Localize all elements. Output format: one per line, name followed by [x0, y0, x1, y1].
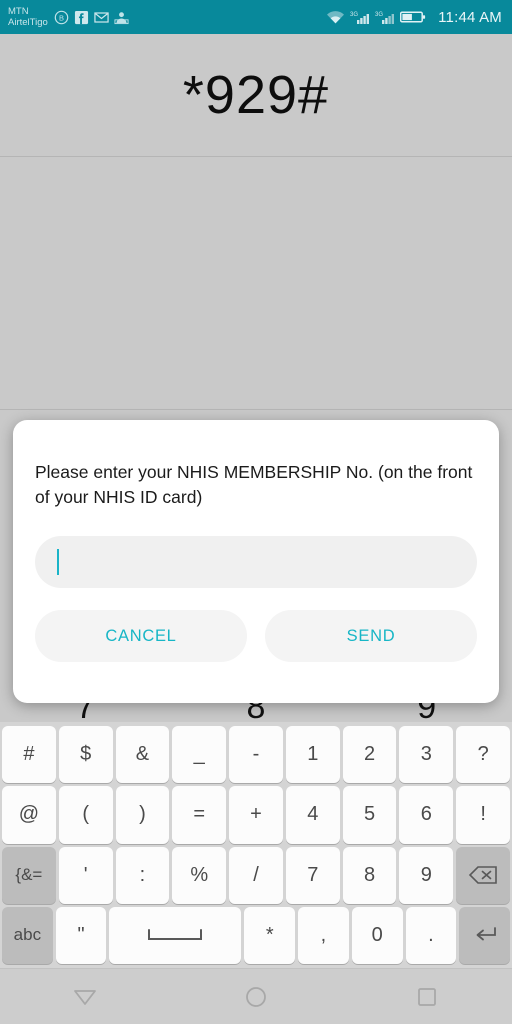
back-nav-icon[interactable]: [55, 969, 115, 1024]
key-1[interactable]: 1: [285, 726, 340, 784]
key-question[interactable]: ?: [456, 726, 511, 784]
key-underscore[interactable]: _: [172, 726, 227, 784]
key-plus[interactable]: +: [229, 786, 283, 844]
content-divider: [0, 409, 512, 410]
keyboard-row-1: # $ & _ - 1 2 3 ?: [2, 726, 511, 784]
keyboard-row-4: abc " * , 0 .: [2, 906, 511, 964]
key-quote[interactable]: ": [55, 906, 107, 964]
backspace-icon[interactable]: [456, 846, 511, 904]
key-symbols-toggle[interactable]: {&=: [2, 846, 56, 904]
key-7[interactable]: 7: [285, 846, 340, 904]
status-bar: MTN AirtelTigo B 3G 3G 11:44 AM: [0, 0, 512, 34]
key-6[interactable]: 6: [399, 786, 454, 844]
key-colon[interactable]: :: [115, 846, 170, 904]
key-at[interactable]: @: [2, 786, 56, 844]
android-navigation-bar: [0, 968, 512, 1024]
key-2[interactable]: 2: [342, 726, 397, 784]
svg-text:3G: 3G: [350, 12, 358, 18]
facebook-icon: [74, 10, 88, 24]
key-apostrophe[interactable]: ': [58, 846, 113, 904]
phone-screen: MTN AirtelTigo B 3G 3G 11:44 AM *929# 7 …: [0, 0, 512, 1024]
send-button[interactable]: SEND: [265, 610, 477, 662]
key-comma[interactable]: ,: [298, 906, 349, 964]
text-cursor: [57, 549, 59, 575]
ussd-code-text: *929#: [182, 65, 330, 125]
dialog-actions: CANCEL SEND: [35, 610, 477, 662]
ussd-code-header: *929#: [0, 34, 512, 156]
key-ampersand[interactable]: &: [115, 726, 170, 784]
status-bar-notification-icons: B: [54, 10, 129, 25]
signal-3g-sim1-icon: 3G: [350, 12, 370, 24]
key-paren-close[interactable]: ): [115, 786, 170, 844]
on-screen-keyboard: # $ & _ - 1 2 3 ? @ ( ) = + 4 5 6 ! {&= …: [0, 722, 512, 968]
recents-nav-icon[interactable]: [397, 969, 457, 1024]
key-9[interactable]: 9: [399, 846, 454, 904]
home-nav-icon[interactable]: [226, 969, 286, 1024]
keyboard-row-3: {&= ' : % / 7 8 9: [2, 846, 511, 904]
app-notification-icon: [114, 11, 129, 24]
key-exclamation[interactable]: !: [456, 786, 511, 844]
key-slash[interactable]: /: [229, 846, 283, 904]
signal-3g-sim2-icon: 3G: [375, 12, 395, 24]
ussd-input-dialog: Please enter your NHIS MEMBERSHIP No. (o…: [13, 420, 499, 703]
space-icon[interactable]: [109, 906, 242, 964]
key-paren-open[interactable]: (: [58, 786, 113, 844]
carrier-label: MTN AirtelTigo: [8, 6, 48, 28]
svg-text:3G: 3G: [375, 12, 383, 18]
nhis-membership-input[interactable]: [35, 536, 477, 588]
cancel-button[interactable]: CANCEL: [35, 610, 247, 662]
svg-text:B: B: [59, 13, 64, 22]
key-hash[interactable]: #: [2, 726, 56, 784]
enter-icon[interactable]: [459, 906, 511, 964]
keyboard-row-2: @ ( ) = + 4 5 6 !: [2, 786, 511, 844]
key-equals[interactable]: =: [172, 786, 227, 844]
key-0[interactable]: 0: [351, 906, 403, 964]
key-5[interactable]: 5: [342, 786, 397, 844]
clock-label: 11:44 AM: [438, 8, 502, 26]
bbm-circle-b-icon: B: [54, 10, 69, 24]
key-percent[interactable]: %: [172, 846, 227, 904]
key-abc-toggle[interactable]: abc: [2, 906, 53, 964]
wifi-icon: [327, 10, 345, 23]
key-4[interactable]: 4: [285, 786, 340, 844]
key-dollar[interactable]: $: [58, 726, 113, 784]
battery-icon: [400, 11, 426, 23]
key-asterisk[interactable]: *: [244, 906, 296, 964]
key-period[interactable]: .: [405, 906, 457, 964]
dialog-message: Please enter your NHIS MEMBERSHIP No. (o…: [35, 462, 473, 507]
gmail-icon: [94, 11, 109, 23]
key-3[interactable]: 3: [399, 726, 454, 784]
status-bar-system-icons: 3G 3G 11:44 AM: [326, 9, 502, 26]
key-hyphen[interactable]: -: [229, 726, 283, 784]
key-8[interactable]: 8: [342, 846, 397, 904]
ussd-content-area: [0, 157, 512, 410]
